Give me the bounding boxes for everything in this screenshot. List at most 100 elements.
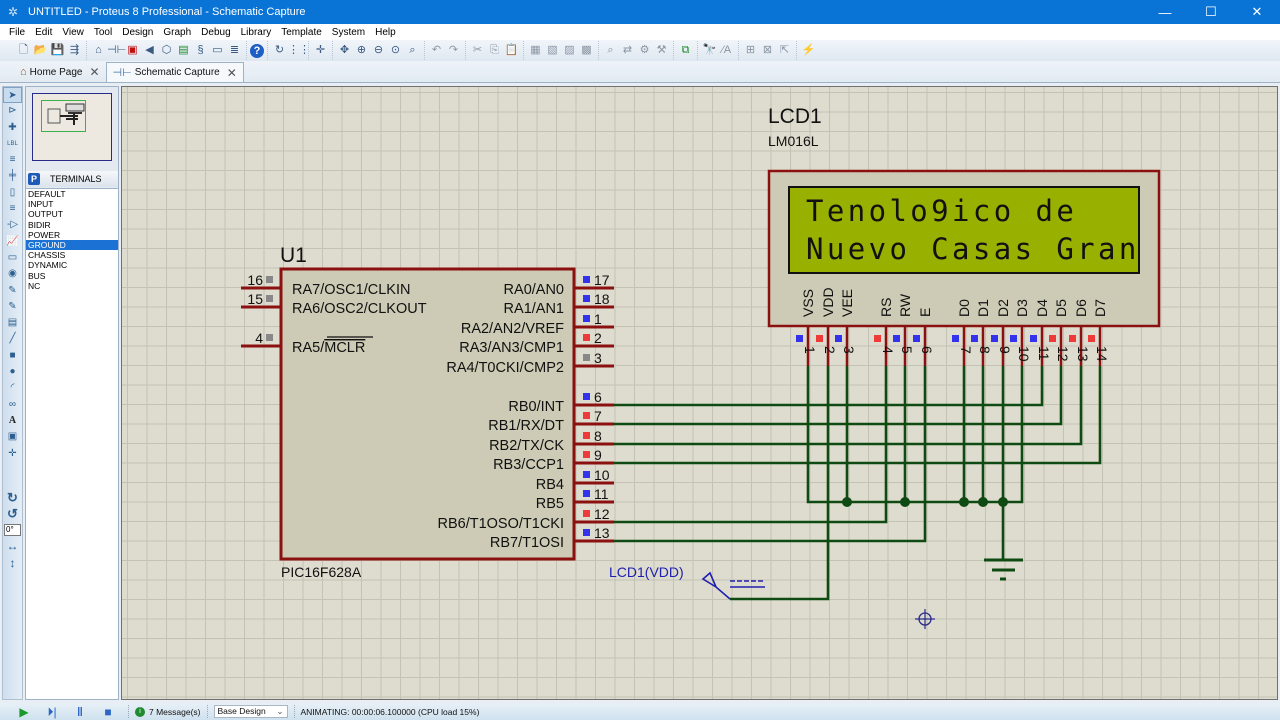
remove-sheet-icon[interactable]: ⊠: [759, 42, 776, 59]
text-script-tool-icon[interactable]: ≡: [3, 152, 22, 168]
stop-button[interactable]: ■: [94, 704, 122, 720]
wire-autorouter-icon[interactable]: ⧉: [677, 42, 694, 59]
maximize-button[interactable]: ☐: [1188, 0, 1234, 24]
pick-device-icon[interactable]: ⌕: [602, 42, 619, 59]
menu-debug[interactable]: Debug: [196, 27, 235, 38]
generator-tool-icon[interactable]: ◉: [3, 266, 22, 282]
terminals-tool-icon[interactable]: ≡: [3, 201, 22, 217]
current-probe-tool-icon[interactable]: ✎: [3, 299, 22, 315]
terminal-item-dynamic[interactable]: DYNAMIC: [26, 260, 118, 270]
wire[interactable]: [806, 366, 1024, 504]
terminal-item-power[interactable]: POWER: [26, 230, 118, 240]
3d-visualizer-icon[interactable]: ⬡: [158, 42, 175, 59]
virtual-instruments-tool-icon[interactable]: ▤: [3, 315, 22, 331]
component-tool-icon[interactable]: ⊳: [3, 103, 22, 119]
cut-icon[interactable]: ✂: [469, 42, 486, 59]
wire-label-tool-icon[interactable]: LBL: [3, 136, 22, 152]
2d-text-tool-icon[interactable]: A: [3, 413, 22, 429]
search-tag-icon[interactable]: 🔭: [701, 42, 718, 59]
menu-library[interactable]: Library: [236, 27, 277, 38]
wire[interactable]: [614, 366, 1102, 465]
property-assignment-icon[interactable]: ⁄A: [718, 42, 735, 59]
tab-schematic-capture[interactable]: ⊣⊢ Schematic Capture ✕: [105, 62, 244, 82]
step-button[interactable]: ⏵|: [38, 704, 66, 720]
2d-circle-tool-icon[interactable]: ●: [3, 364, 22, 380]
menu-view[interactable]: View: [57, 27, 89, 38]
pause-button[interactable]: ‖: [66, 704, 94, 720]
exit-to-parent-icon[interactable]: ⇱: [776, 42, 793, 59]
pan-icon[interactable]: ✥: [336, 42, 353, 59]
gerber-viewer-icon[interactable]: ◀: [141, 42, 158, 59]
mirror-horizontal-icon[interactable]: ↔: [3, 538, 22, 554]
wire[interactable]: [614, 366, 1063, 426]
close-button[interactable]: ✕: [1234, 0, 1280, 24]
selection-tool-icon[interactable]: ➤: [3, 87, 22, 104]
2d-symbol-tool-icon[interactable]: ▣: [3, 429, 22, 445]
zoom-all-icon[interactable]: ⊙: [387, 42, 404, 59]
mirror-vertical-icon[interactable]: ↕: [3, 555, 22, 571]
pick-devices-button[interactable]: P: [28, 173, 40, 185]
zoom-out-icon[interactable]: ⊖: [370, 42, 387, 59]
terminal-item-chassis[interactable]: CHASSIS: [26, 250, 118, 260]
2d-marker-tool-icon[interactable]: ✛: [3, 446, 22, 462]
menu-edit[interactable]: Edit: [30, 27, 57, 38]
block-delete-icon[interactable]: ▩: [578, 42, 595, 59]
bus-tool-icon[interactable]: ╪: [3, 168, 22, 184]
close-tab-icon[interactable]: ✕: [89, 65, 99, 79]
terminal-item-default[interactable]: DEFAULT: [26, 189, 118, 199]
play-button[interactable]: ▶: [10, 704, 38, 720]
block-rotate-icon[interactable]: ▨: [561, 42, 578, 59]
messages-count[interactable]: 7 Message(s): [149, 707, 201, 717]
voltage-probe-tool-icon[interactable]: ✎: [3, 283, 22, 299]
block-copy-icon[interactable]: ▦: [527, 42, 544, 59]
wire[interactable]: [614, 366, 927, 543]
bill-of-materials-icon[interactable]: ▤: [175, 42, 192, 59]
save-icon[interactable]: 💾: [49, 42, 66, 59]
pcb-layout-icon[interactable]: ▣: [124, 42, 141, 59]
sub-circuit-tool-icon[interactable]: ▯: [3, 185, 22, 201]
zoom-in-icon[interactable]: ⊕: [353, 42, 370, 59]
power-terminal-symbol[interactable]: [701, 571, 731, 600]
menu-template[interactable]: Template: [276, 27, 327, 38]
minimize-button[interactable]: —: [1142, 0, 1188, 24]
electrical-rule-check-icon[interactable]: ⚡: [800, 42, 817, 59]
grid-toggle-icon[interactable]: ⋮⋮: [288, 42, 310, 59]
packaging-tool-icon[interactable]: ⚙: [636, 42, 653, 59]
menu-file[interactable]: File: [0, 27, 30, 38]
2d-path-tool-icon[interactable]: ∞: [3, 397, 22, 413]
2d-box-tool-icon[interactable]: ■: [3, 348, 22, 364]
import-icon[interactable]: ⇶: [66, 42, 83, 59]
make-device-icon[interactable]: ⇄: [619, 42, 636, 59]
terminal-item-bidir[interactable]: BIDIR: [26, 220, 118, 230]
rotate-clockwise-icon[interactable]: ↻: [3, 490, 22, 506]
schematic-canvas[interactable]: U1 PIC16F628A 16 RA7/OSC1/CLKIN 15 RA6/OSC2/C…: [121, 86, 1278, 700]
new-sheet-icon[interactable]: ⊞: [742, 42, 759, 59]
schematic-capture-icon[interactable]: ⊣⊢: [107, 42, 126, 59]
copy-icon[interactable]: ⎘: [486, 42, 503, 59]
tab-home-page[interactable]: ⌂ Home Page ✕: [14, 62, 106, 82]
source-code-icon[interactable]: §: [192, 42, 209, 59]
device-pins-tool-icon[interactable]: -▷: [3, 217, 22, 233]
open-folder-icon[interactable]: 📂: [32, 42, 49, 59]
rotation-angle-input[interactable]: 0°: [4, 524, 21, 537]
terminal-item-input[interactable]: INPUT: [26, 199, 118, 209]
home-page-icon[interactable]: ⌂: [90, 42, 107, 59]
menu-tool[interactable]: Tool: [89, 27, 117, 38]
terminal-item-ground[interactable]: GROUND: [26, 239, 118, 251]
redo-icon[interactable]: ↷: [445, 42, 462, 59]
rotate-anticlockwise-icon[interactable]: ↺: [3, 506, 22, 522]
menu-system[interactable]: System: [327, 27, 370, 38]
undo-icon[interactable]: ↶: [428, 42, 445, 59]
paste-icon[interactable]: 📋: [503, 42, 520, 59]
terminal-item-nc[interactable]: NC: [26, 281, 118, 291]
help-icon[interactable]: ?: [250, 43, 264, 58]
close-tab-icon[interactable]: ✕: [227, 66, 237, 80]
design-explorer-icon[interactable]: ▭: [209, 42, 226, 59]
2d-line-tool-icon[interactable]: ╱: [3, 331, 22, 347]
new-file-icon[interactable]: 🗋: [15, 42, 32, 59]
menu-graph[interactable]: Graph: [158, 27, 196, 38]
refresh-icon[interactable]: ↻: [271, 42, 288, 59]
decompose-icon[interactable]: ⚒: [653, 42, 670, 59]
menu-help[interactable]: Help: [370, 27, 401, 38]
zoom-area-icon[interactable]: ⌕: [404, 42, 421, 59]
